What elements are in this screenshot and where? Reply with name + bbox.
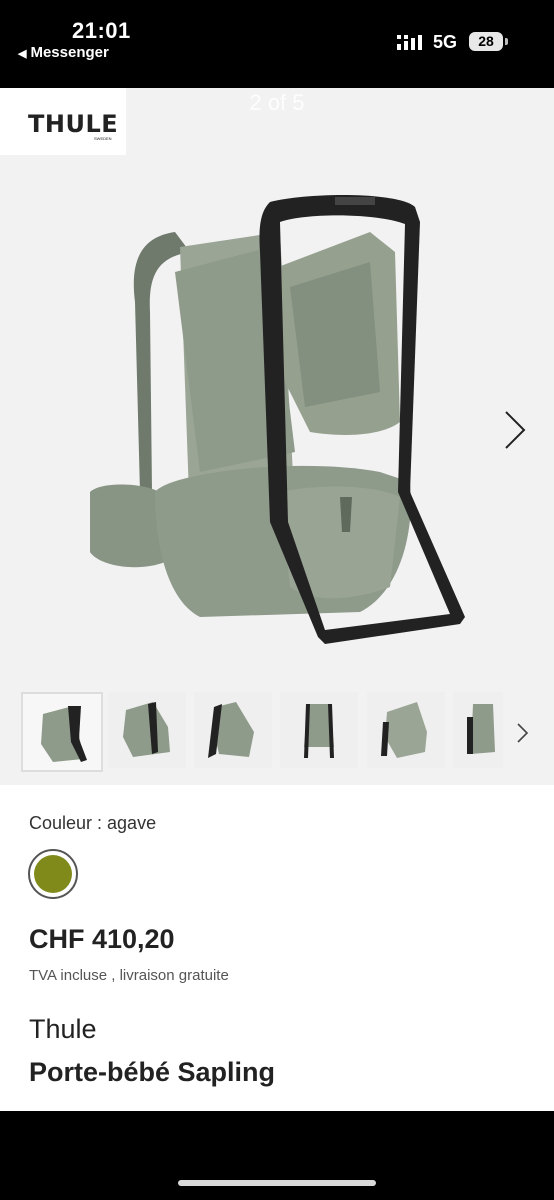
thumbnail-6-image	[467, 704, 495, 754]
status-bar: 21:01 ◀ Messenger 5G 28	[0, 0, 554, 88]
product-name: Porte-bébé Sapling	[29, 1057, 276, 1087]
thumbnails-next-icon[interactable]	[513, 718, 533, 748]
back-triangle-icon: ◀	[18, 48, 27, 60]
product-gallery[interactable]: 2 of 5 THULE SWEDEN	[0, 88, 554, 785]
thumbnail-4-image	[304, 704, 334, 758]
phone-screen: 21:01 ◀ Messenger 5G 28 2 of 5 THULE SWED…	[0, 0, 554, 1200]
logo-text: THULE	[28, 110, 119, 138]
back-to-app-link[interactable]: ◀ Messenger	[18, 44, 109, 61]
product-image	[90, 195, 465, 644]
color-label: Couleur : agave	[29, 813, 157, 833]
color-swatch-agave[interactable]	[28, 849, 78, 899]
thumbnail-1[interactable]	[21, 692, 103, 772]
signal-icon	[397, 35, 422, 50]
product-page: 2 of 5 THULE SWEDEN Couleur: agave CHF …	[0, 88, 554, 1111]
thumbnail-1-image	[41, 706, 87, 762]
battery-icon: 28	[469, 32, 503, 51]
price-note: TVA incluse , livraison gratuite	[29, 967, 229, 984]
gallery-next-arrow-icon[interactable]	[500, 408, 530, 452]
back-app-label: Messenger	[30, 44, 109, 61]
thumbnail-6[interactable]	[453, 692, 503, 768]
thumbnail-strip	[0, 688, 554, 784]
thumbnail-5[interactable]	[367, 692, 445, 768]
battery-nub	[505, 38, 508, 45]
thumbnail-5-image	[381, 702, 427, 758]
status-time: 21:01	[72, 18, 131, 43]
thumbnail-3-image	[208, 702, 254, 758]
product-brand: Thule	[29, 1014, 97, 1044]
thumbnail-3[interactable]	[194, 692, 272, 768]
product-price: CHF 410,20	[29, 924, 175, 954]
network-type: 5G	[433, 32, 458, 52]
color-swatch-fill	[34, 855, 72, 893]
thumbnail-2-image	[123, 702, 170, 757]
brand-logo: THULE SWEDEN	[0, 88, 126, 155]
home-indicator[interactable]	[178, 1180, 376, 1186]
logo-subtext: SWEDEN	[94, 136, 112, 141]
thumbnail-4[interactable]	[280, 692, 358, 768]
thumbnail-2[interactable]	[108, 692, 186, 768]
